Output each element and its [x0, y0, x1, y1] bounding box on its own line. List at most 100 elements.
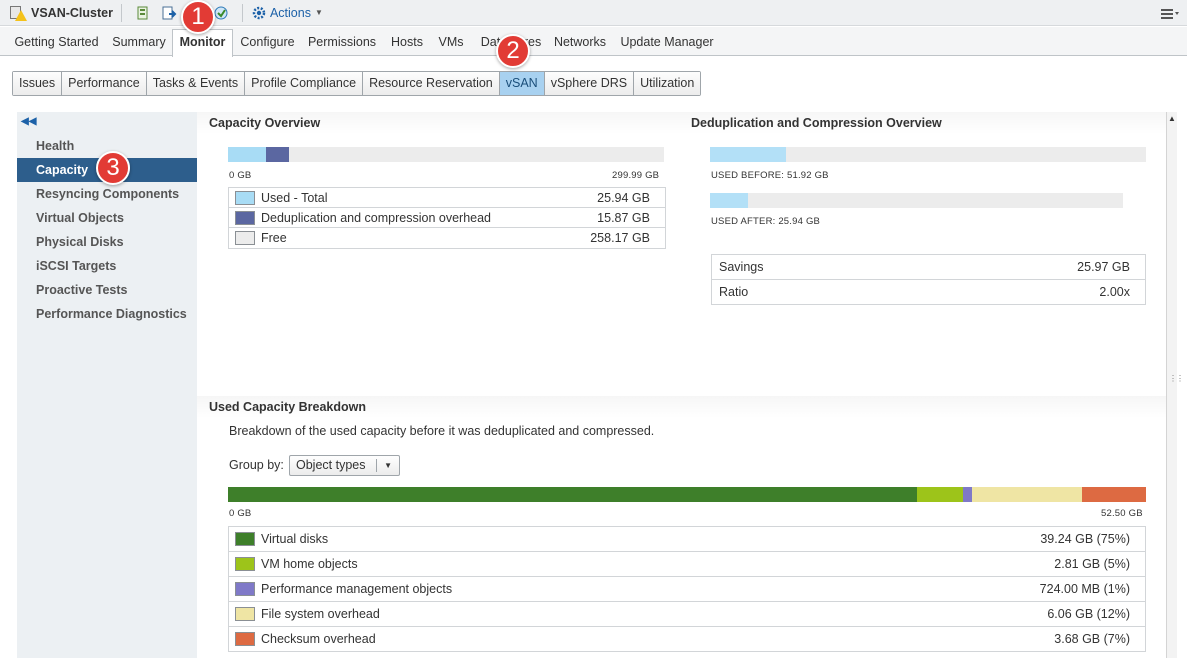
actions-label: Actions [269, 5, 311, 20]
used-total-segment [228, 147, 266, 162]
callout-marker-3: 3 [96, 151, 130, 185]
menu-icon[interactable] [1159, 4, 1181, 22]
deploy-ovf-icon[interactable] [213, 5, 229, 21]
subtab-resource-reservation[interactable]: Resource Reservation [363, 72, 500, 95]
vertical-scrollbar[interactable]: ▲ ⋮⋮ [1166, 112, 1184, 658]
vm-home-objects-swatch [235, 557, 255, 571]
toolbar-divider [120, 3, 122, 22]
collapse-panel-icon[interactable]: ◀◀ [21, 116, 36, 127]
chevron-down-icon: ▼ [314, 8, 323, 17]
subtab-profile-compliance[interactable]: Profile Compliance [245, 72, 364, 95]
capacity-axis-min: 0 GB [229, 170, 252, 181]
fs-overhead-swatch [235, 607, 255, 621]
tab-getting-started[interactable]: Getting Started [5, 30, 108, 56]
chevron-down-icon: ▼ [384, 461, 392, 470]
checksum-overhead-swatch [235, 632, 255, 646]
subtab-vsan[interactable]: vSAN [499, 72, 545, 95]
callout-marker-1: 1 [181, 0, 215, 34]
nav-item-virtual-objects[interactable]: Virtual Objects [17, 206, 197, 230]
object-title-text: VSAN-Cluster [31, 5, 113, 20]
breakdown-segment-file-system-overhead [972, 487, 1082, 502]
used-before-label: USED BEFORE: 51.92 GB [711, 170, 829, 181]
legend-label: Free [261, 231, 287, 245]
legend-value: 6.06 GB (12%) [1047, 607, 1130, 621]
tab-summary[interactable]: Summary [108, 30, 170, 56]
tab-vms[interactable]: VMs [432, 30, 470, 56]
tab-permissions[interactable]: Permissions [303, 30, 381, 56]
move-in-icon[interactable] [161, 5, 177, 21]
breakdown-segment-checksum-overhead [1082, 487, 1146, 502]
cluster-warning-icon [8, 5, 27, 21]
nav-item-resyncing-components[interactable]: Resyncing Components [17, 182, 197, 206]
savings-value: 25.97 GB [1077, 260, 1130, 274]
splitter-grip-icon[interactable]: ⋮⋮ [1169, 374, 1184, 383]
legend-value: 2.81 GB (5%) [1054, 557, 1130, 571]
tab-hosts[interactable]: Hosts [385, 30, 429, 56]
group-by-value: Object types [296, 458, 366, 472]
dedup-overview-header: Deduplication and Compression Overview [679, 112, 1167, 134]
dedup-overhead-segment [266, 147, 289, 162]
legend-value: 258.17 GB [590, 231, 650, 245]
used-before-bar [710, 147, 1146, 162]
actions-menu-button[interactable]: Actions ▼ [251, 5, 323, 21]
vsan-left-nav: ◀◀ Health Capacity Resyncing Components … [17, 112, 197, 658]
subtab-issues[interactable]: Issues [13, 72, 63, 95]
legend-row-checksum-overhead: Checksum overhead 3.68 GB (7%) [229, 627, 1145, 652]
legend-value: 25.94 GB [597, 190, 650, 205]
legend-row-dedup-overhead: Deduplication and compression overhead 1… [229, 208, 665, 228]
legend-label: Used - Total [261, 190, 328, 205]
capacity-bar [228, 147, 664, 162]
breakdown-axis-max: 52.50 GB [1101, 508, 1143, 519]
ratio-label: Ratio [719, 285, 749, 299]
nav-item-performance-diagnostics[interactable]: Performance Diagnostics [17, 302, 197, 326]
nav-item-iscsi-targets[interactable]: iSCSI Targets [17, 254, 197, 278]
select-divider [376, 459, 377, 472]
monitor-sub-tab-bar: Issues Performance Tasks & Events Profil… [12, 71, 702, 96]
breakdown-segment-virtual-disks [228, 487, 917, 502]
legend-value: 724.00 MB (1%) [1039, 582, 1130, 596]
ratio-row: Ratio 2.00x [712, 280, 1145, 304]
dedup-overhead-swatch [235, 210, 255, 225]
used-before-fill [710, 147, 786, 162]
group-by-select[interactable]: Object types ▼ [289, 455, 400, 476]
used-after-label: USED AFTER: 25.94 GB [711, 216, 821, 227]
subtab-vsphere-drs[interactable]: vSphere DRS [544, 72, 635, 95]
legend-row-free: Free 258.17 GB [229, 228, 665, 248]
object-title: VSAN-Cluster [0, 5, 113, 21]
virtual-disks-swatch [235, 532, 255, 546]
legend-row-virtual-disks: Virtual disks 39.24 GB (75%) [229, 527, 1145, 552]
tab-configure[interactable]: Configure [235, 30, 300, 56]
capacity-legend-table: Used - Total 25.94 GB Deduplication and … [228, 187, 666, 249]
add-host-icon[interactable] [135, 5, 151, 21]
tab-networks[interactable]: Networks [550, 30, 610, 56]
nav-item-physical-disks[interactable]: Physical Disks [17, 230, 197, 254]
capacity-overview-header: Capacity Overview [197, 112, 687, 134]
dedup-summary-table: Savings 25.97 GB Ratio 2.00x [711, 254, 1146, 305]
capacity-content: Capacity Overview 0 GB 299.99 GB Used - … [197, 112, 1167, 658]
used-total-swatch [235, 190, 255, 205]
free-swatch [235, 231, 255, 245]
used-after-fill [710, 193, 748, 208]
legend-label: Performance management objects [261, 582, 453, 596]
subtab-tasks-events[interactable]: Tasks & Events [146, 72, 246, 95]
ratio-value: 2.00x [1099, 285, 1130, 299]
used-breakdown-description: Breakdown of the used capacity before it… [229, 424, 655, 438]
object-toolbar: VSAN-Cluster Actions ▼ [0, 0, 1187, 26]
legend-label: Deduplication and compression overhead [261, 210, 492, 225]
perf-mgmt-swatch [235, 582, 255, 596]
legend-row-vm-home-objects: VM home objects 2.81 GB (5%) [229, 552, 1145, 577]
legend-label: Virtual disks [261, 532, 329, 546]
breakdown-segment-performance-management-objects [963, 487, 972, 502]
scroll-up-icon[interactable]: ▲ [1168, 114, 1176, 123]
breakdown-axis-min: 0 GB [229, 508, 252, 519]
nav-item-proactive-tests[interactable]: Proactive Tests [17, 278, 197, 302]
legend-label: Checksum overhead [261, 632, 376, 646]
legend-label: VM home objects [261, 557, 358, 571]
capacity-axis-max: 299.99 GB [612, 170, 660, 181]
subtab-utilization[interactable]: Utilization [634, 72, 701, 95]
tab-update-manager[interactable]: Update Manager [615, 30, 719, 56]
subtab-performance[interactable]: Performance [62, 72, 147, 95]
savings-row: Savings 25.97 GB [712, 255, 1145, 280]
actions-gear-icon [252, 6, 266, 19]
main-tab-bar: Getting Started Summary Monitor Configur… [0, 27, 1187, 57]
